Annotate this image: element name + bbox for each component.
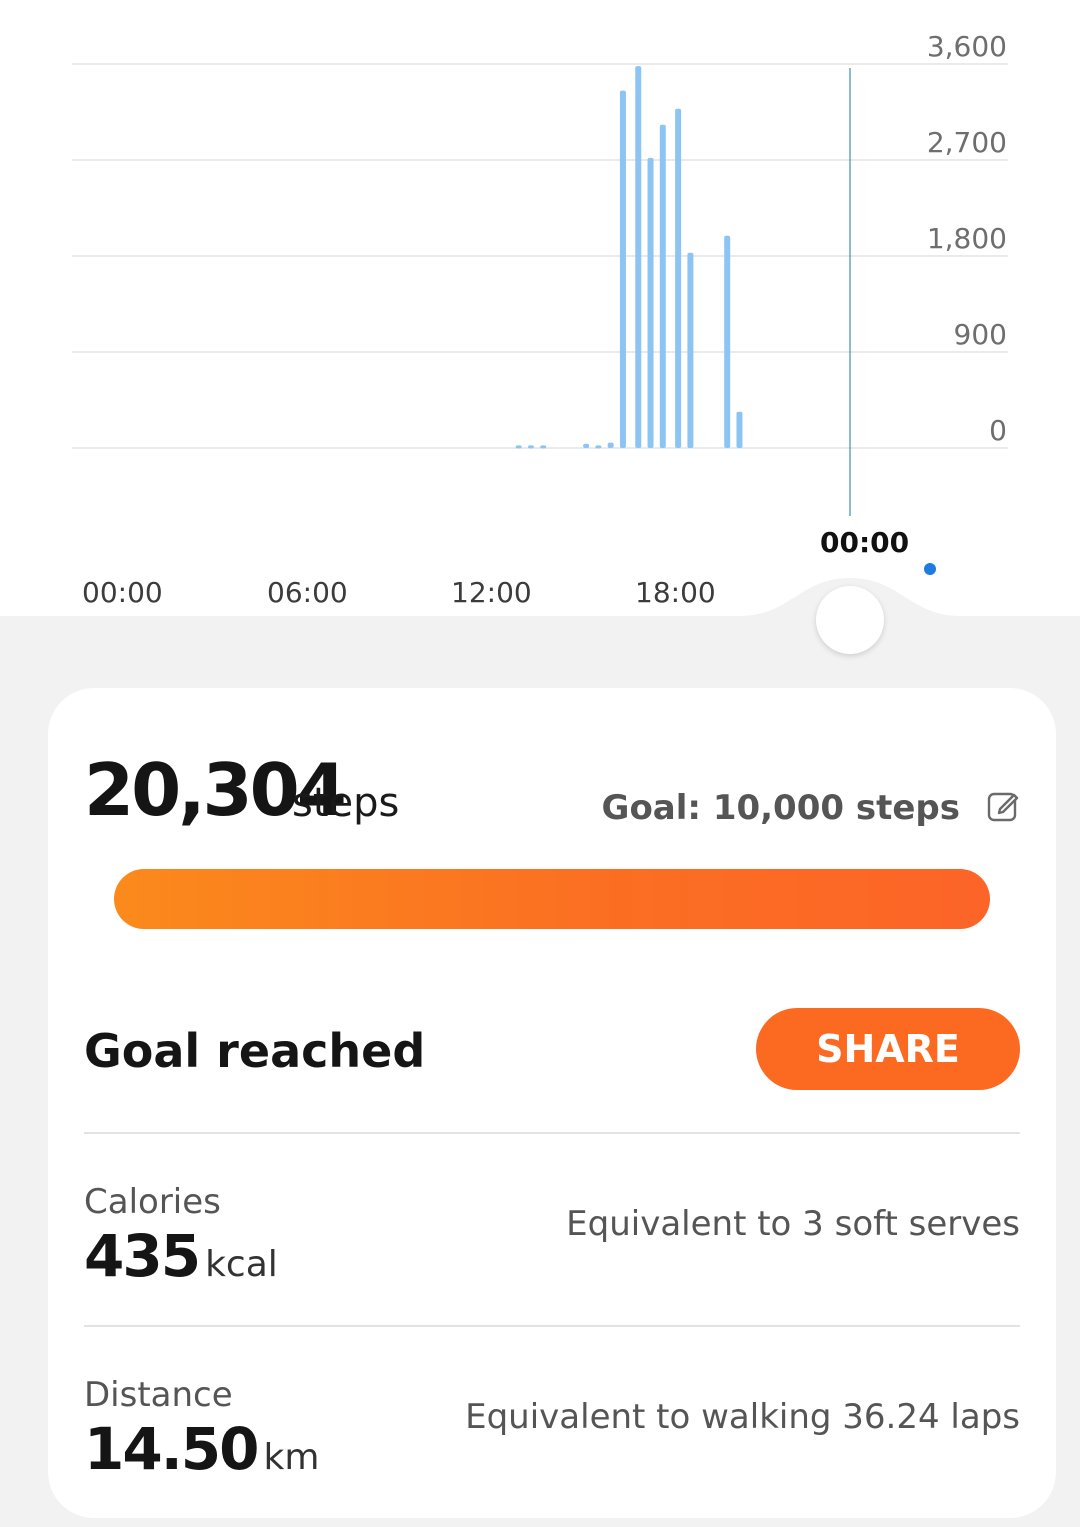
bar <box>595 445 602 449</box>
calories-value: 435 kcal <box>84 1222 278 1290</box>
x-tick-label: 12:00 <box>451 576 532 609</box>
bar <box>736 411 743 448</box>
x-tick-label: 06:00 <box>267 576 348 609</box>
chart-scrub-handle[interactable] <box>816 586 884 654</box>
goal-text[interactable]: Goal: 10,000 steps <box>602 788 960 828</box>
calories-equivalent: Equivalent to 3 soft serves <box>566 1204 1020 1244</box>
bar <box>647 157 654 448</box>
divider <box>84 1132 1020 1134</box>
bar <box>619 90 626 449</box>
distance-number: 14.50 <box>84 1415 259 1483</box>
distance-equivalent: Equivalent to walking 36.24 laps <box>465 1397 1020 1437</box>
bar <box>607 442 614 448</box>
calories-number: 435 <box>84 1222 201 1290</box>
distance-value: 14.50 km <box>84 1415 319 1483</box>
bar <box>583 443 590 448</box>
bar <box>635 66 642 448</box>
bar <box>527 445 534 449</box>
bar <box>659 124 666 449</box>
bar <box>515 445 522 449</box>
goal-status: Goal reached <box>84 1024 426 1078</box>
x-tick-label: 00:00 <box>82 576 163 609</box>
y-tick-label: 1,800 <box>926 222 1007 255</box>
y-tick-label: 0 <box>989 414 1007 447</box>
calories-title: Calories <box>84 1182 221 1222</box>
cursor-time-label: 00:00 <box>820 526 910 559</box>
bar <box>540 445 547 449</box>
y-tick-label: 900 <box>953 318 1007 351</box>
steps-summary-card: 20,304 steps Goal: 10,000 steps Goal rea… <box>48 688 1056 1518</box>
distance-title: Distance <box>84 1375 233 1415</box>
bar <box>675 108 682 449</box>
bar <box>687 252 694 448</box>
edit-icon[interactable] <box>986 789 1020 823</box>
steps-progress-bar <box>114 869 990 929</box>
steps-chart[interactable]: 3,600 2,700 1,800 900 0 00:00 06:00 12:0… <box>0 0 1080 616</box>
share-button[interactable]: SHARE <box>756 1008 1020 1090</box>
bar <box>724 235 731 448</box>
steps-bar-chart <box>72 63 1008 616</box>
indicator-dot <box>924 563 936 575</box>
y-tick-label: 3,600 <box>926 30 1007 63</box>
distance-unit: km <box>263 1437 320 1478</box>
steps-unit: steps <box>292 780 400 826</box>
divider <box>84 1325 1020 1327</box>
x-tick-label: 18:00 <box>635 576 716 609</box>
y-tick-label: 2,700 <box>926 126 1007 159</box>
calories-unit: kcal <box>205 1244 278 1285</box>
